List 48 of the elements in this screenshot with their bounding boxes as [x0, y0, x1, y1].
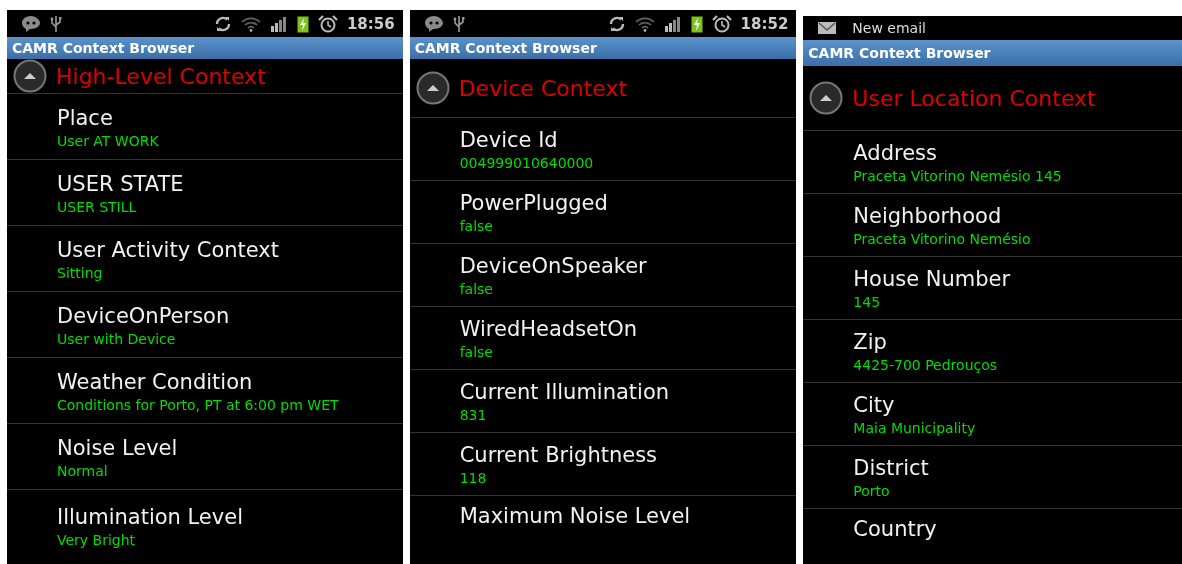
list-item[interactable]: Maximum Noise Level — [409, 496, 797, 530]
list-item[interactable]: City Maia Municipality — [803, 383, 1182, 446]
list-item[interactable]: DeviceOnSpeaker false — [409, 244, 797, 307]
list-item[interactable]: Country — [803, 509, 1182, 543]
list-item[interactable]: Noise Level Normal — [7, 424, 403, 490]
clock-time: 18:52 — [740, 14, 789, 33]
usb-icon — [452, 14, 465, 33]
list-item[interactable]: WiredHeadsetOn false — [409, 307, 797, 370]
list-item[interactable]: Current Illumination 831 — [409, 370, 797, 433]
clock-time: 18:56 — [346, 14, 395, 33]
collapse-button[interactable] — [809, 81, 844, 115]
app-title: CAMR Context Browser — [12, 40, 195, 56]
app-title: CAMR Context Browser — [808, 45, 991, 61]
list-item[interactable]: Place User AT WORK — [7, 94, 403, 160]
app-title: CAMR Context Browser — [414, 40, 597, 56]
usb-icon — [50, 14, 62, 33]
list-item[interactable]: User Activity Context Sitting — [7, 226, 403, 292]
signal-icon — [663, 14, 682, 33]
collapse-button[interactable] — [415, 71, 450, 105]
collapse-button[interactable] — [13, 59, 47, 93]
battery-icon — [296, 14, 309, 33]
battery-icon — [690, 14, 703, 33]
chat-icon — [21, 14, 41, 33]
list-item[interactable]: Illumination Level Very Bright — [7, 490, 403, 556]
list-item[interactable]: Weather Condition Conditions for Porto, PT at 6:00 pm WET — [7, 358, 403, 424]
section-header: User Location Context — [852, 85, 1096, 111]
list-item[interactable]: Zip 4425-700 Pedrouços — [803, 320, 1182, 383]
list-item[interactable]: District Porto — [803, 446, 1182, 509]
wifi-icon — [634, 15, 655, 32]
wifi-icon — [240, 15, 261, 32]
list-item[interactable]: House Number 145 — [803, 257, 1182, 320]
chat-icon — [423, 14, 444, 33]
alarm-clock-icon — [711, 14, 732, 33]
sync-icon — [607, 14, 626, 33]
list-item[interactable]: Current Brightness 118 — [409, 433, 797, 496]
section-header: High-Level Context — [56, 63, 266, 89]
list-item[interactable]: Neighborhood Praceta Vitorino Nemésio — [803, 194, 1182, 257]
list-item[interactable]: USER STATE USER STILL — [7, 160, 403, 226]
sync-icon — [213, 14, 232, 33]
notification-text: New email — [852, 20, 926, 36]
alarm-clock-icon — [317, 14, 338, 33]
list-item[interactable]: DeviceOnPerson User with Device — [7, 292, 403, 358]
signal-icon — [269, 14, 288, 33]
mail-icon — [817, 21, 838, 35]
section-header: Device Context — [458, 75, 628, 101]
list-item[interactable]: Address Praceta Vitorino Nemésio 145 — [803, 131, 1182, 194]
list-item[interactable]: PowerPlugged false — [409, 181, 797, 244]
list-item[interactable]: Device Id 004999010640000 — [409, 118, 797, 181]
